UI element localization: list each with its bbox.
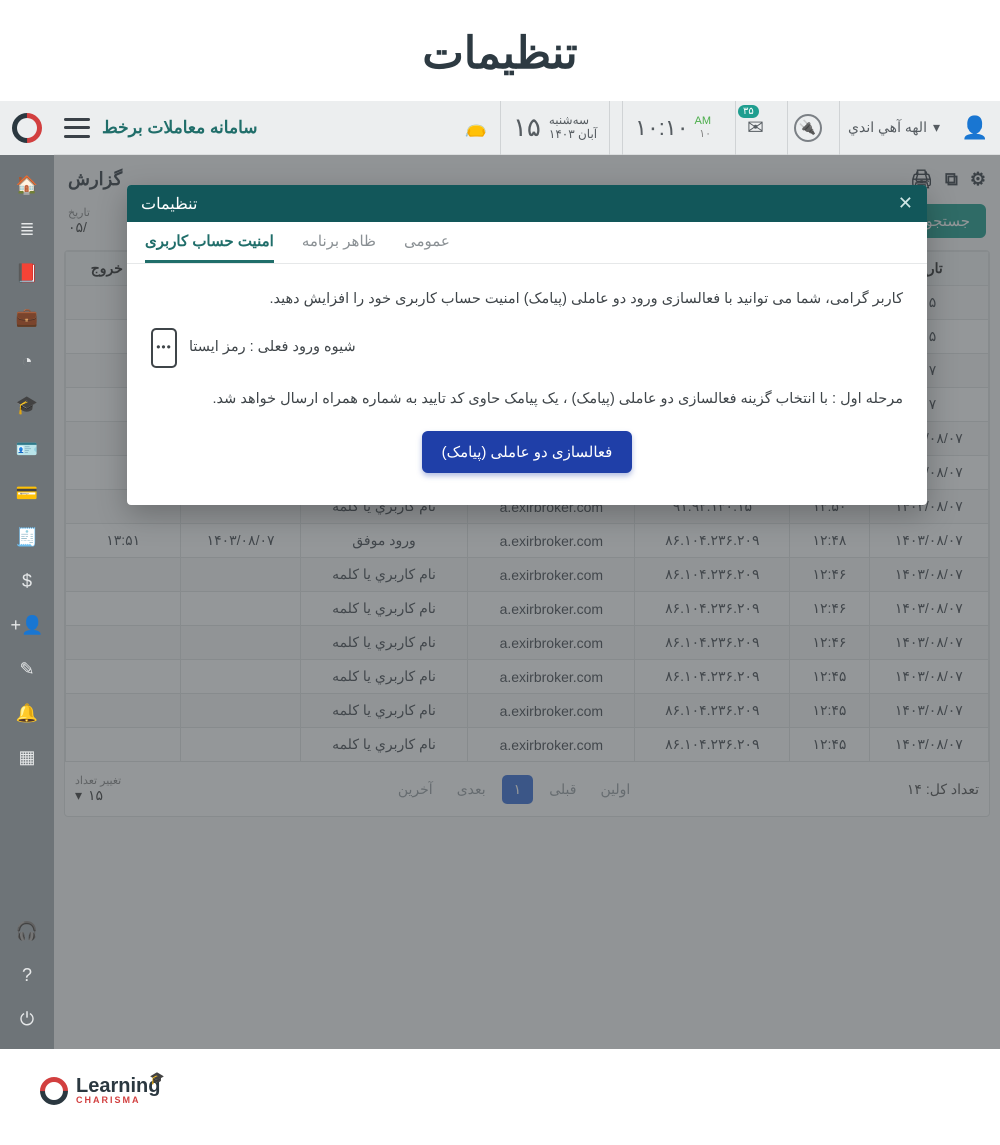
modal-tabs: امنیت حساب کاربری ظاهر برنامه عمومی	[127, 222, 927, 264]
user-dropdown[interactable]: ▾ الهه آهي اندي	[839, 101, 948, 155]
sidebar-card-icon[interactable]: 💳	[0, 471, 54, 515]
sidebar-pie-icon[interactable]: ◔	[0, 339, 54, 383]
main-column: سامانه معاملات برخط 👝 ۱۵ سه‌شنبه آبان ۱۴…	[54, 101, 1000, 1049]
messages-icon[interactable]: ✉ ۳۵	[735, 101, 775, 155]
modal-tab[interactable]: عمومی	[404, 232, 450, 263]
step-text: مرحله اول : با انتخاب گزینه فعالسازی دو …	[151, 386, 903, 414]
weekday-label: سه‌شنبه	[549, 114, 589, 127]
sidebar-power-icon[interactable]: ⏻	[0, 997, 54, 1041]
sidebar-dollar-icon[interactable]: $	[0, 559, 54, 603]
sidebar-grid-icon[interactable]: ▦	[0, 735, 54, 779]
activate-2fa-button[interactable]: فعالسازی دو عاملی (پیامک)	[422, 431, 633, 473]
sidebar-receipt-icon[interactable]: 🧾	[0, 515, 54, 559]
phone-icon	[151, 328, 177, 368]
modal-body: کاربر گرامی، شما می توانید با فعالسازی و…	[127, 264, 927, 505]
modal-header: تنظیمات ✕	[127, 185, 927, 222]
content-area: گزارش ⚙ ⧉ 🖨 تاریخ /۰۵ جستجو تاریخساعتIPد…	[54, 155, 1000, 1049]
app-title: سامانه معاملات برخط	[102, 118, 258, 138]
modal-overlay: تنظیمات ✕ امنیت حساب کاربری ظاهر برنامه عم…	[54, 155, 1000, 1049]
topbar: سامانه معاملات برخط 👝 ۱۵ سه‌شنبه آبان ۱۴…	[54, 101, 1000, 155]
app-shell: 🏠≣📕💼◔🎓🪪💳🧾$👤+✎🔔▦ 🎧?⏻ سامانه معاملات برخط …	[0, 101, 1000, 1049]
sidebar-headset-icon[interactable]: 🎧	[0, 909, 54, 953]
intro-text: کاربر گرامی، شما می توانید با فعالسازی و…	[151, 286, 903, 314]
current-method-row: شیوه ورود فعلی : رمز ایستا	[151, 328, 903, 368]
modal-title: تنظیمات	[141, 194, 197, 214]
user-name-label: الهه آهي اندي	[848, 119, 927, 136]
sidebar-bell-icon[interactable]: 🔔	[0, 691, 54, 735]
footer-brand: Learning CHARISMA	[40, 1076, 160, 1105]
current-method-label: شیوه ورود فعلی : رمز ایستا	[189, 334, 356, 362]
sidebar-pen-icon[interactable]: ✎	[0, 647, 54, 691]
brand-charisma-label: CHARISMA	[76, 1096, 160, 1105]
day-number: ۱۵	[513, 112, 541, 143]
app-logo	[0, 101, 54, 155]
sidebar-lecture-icon[interactable]: 🎓	[0, 383, 54, 427]
menu-toggle-icon[interactable]	[64, 118, 90, 138]
sidebar-id-icon[interactable]: 🪪	[0, 427, 54, 471]
dropdown-caret-icon: ▾	[933, 119, 940, 136]
modal-tab[interactable]: امنیت حساب کاربری	[145, 232, 274, 263]
settings-modal: تنظیمات ✕ امنیت حساب کاربری ظاهر برنامه عم…	[127, 185, 927, 505]
brand-learning-label: Learning	[76, 1076, 160, 1096]
sidebar-user-plus-icon[interactable]: 👤+	[0, 603, 54, 647]
brand-logo-icon	[34, 1071, 74, 1111]
sidebar-home-icon[interactable]: 🏠	[0, 163, 54, 207]
ampm-label: AM	[695, 115, 712, 127]
time-block: ۱۰:۱۰ AM ۱۰	[622, 101, 723, 155]
seconds-label: ۱۰	[695, 128, 712, 140]
sidebar-book-icon[interactable]: 📕	[0, 251, 54, 295]
wallet-icon[interactable]: 👝	[464, 116, 488, 140]
sidebar-help-icon[interactable]: ?	[0, 953, 54, 997]
close-icon[interactable]: ✕	[898, 193, 913, 214]
time-main: ۱۰:۱۰	[635, 115, 688, 141]
page-title: تنظیمات	[0, 0, 1000, 101]
date-block: ۱۵ سه‌شنبه آبان ۱۴۰۳	[500, 101, 610, 155]
month-label: آبان ۱۴۰۳	[549, 128, 597, 141]
user-avatar-icon[interactable]: 👤	[960, 113, 990, 143]
modal-tab[interactable]: ظاهر برنامه	[302, 232, 376, 263]
connection-icon[interactable]: 🔌	[787, 101, 827, 155]
messages-badge: ۳۵	[738, 105, 759, 118]
sidebar-list-icon[interactable]: ≣	[0, 207, 54, 251]
sidebar: 🏠≣📕💼◔🎓🪪💳🧾$👤+✎🔔▦ 🎧?⏻	[0, 101, 54, 1049]
sidebar-briefcase-icon[interactable]: 💼	[0, 295, 54, 339]
